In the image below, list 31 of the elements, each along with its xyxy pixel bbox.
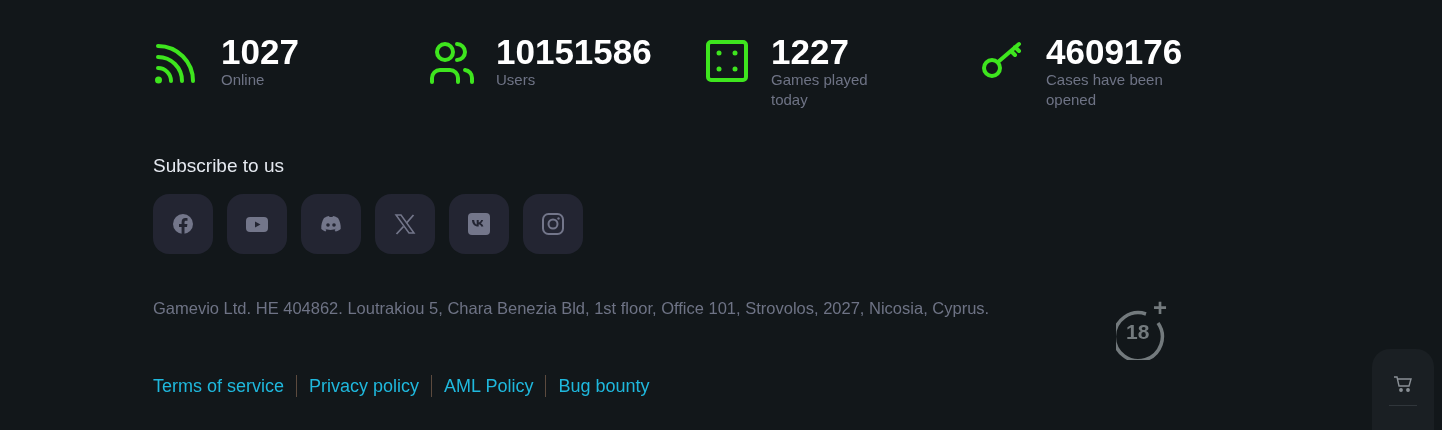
stat-value: 10151586 xyxy=(496,34,652,70)
footer-link[interactable]: AML Policy xyxy=(444,374,534,398)
stat-label: Online xyxy=(221,70,266,90)
social-button[interactable] xyxy=(449,194,509,254)
plus-sign: + xyxy=(1153,296,1167,320)
section-title: Subscribe to us xyxy=(153,154,285,178)
stat-value: 4609176 xyxy=(1046,34,1183,70)
stat-label: Users xyxy=(496,70,537,90)
footer-link[interactable]: Terms of service xyxy=(153,374,285,398)
dice-icon xyxy=(706,40,748,82)
stat-value: 1227 xyxy=(771,34,850,70)
social-button[interactable] xyxy=(227,194,287,254)
facebook-icon xyxy=(172,213,194,235)
vk-icon xyxy=(468,213,490,235)
stat-value: 1027 xyxy=(221,34,300,70)
social-button[interactable] xyxy=(301,194,361,254)
stat-label: Cases have been opened xyxy=(1046,70,1164,110)
users-icon xyxy=(429,40,475,86)
cart-icon[interactable] xyxy=(1393,375,1413,393)
company-address: Gamevio Ltd. HE 404862. Loutrakiou 5, Chara Benezia Bld, 1st floor, Office 101, Strovolos, 2027, Nicosia, Cyprus. xyxy=(153,298,991,319)
social-button[interactable] xyxy=(153,194,213,254)
social-button[interactable] xyxy=(375,194,435,254)
key-icon xyxy=(981,40,1023,80)
age-number: 18 xyxy=(1126,320,1150,344)
x-logo-icon xyxy=(394,213,416,235)
discord-icon xyxy=(320,213,342,235)
footer-link[interactable]: Privacy policy xyxy=(309,374,420,398)
social-button[interactable] xyxy=(523,194,583,254)
camera-icon xyxy=(542,213,564,235)
footer-link[interactable]: Bug bounty xyxy=(558,374,650,398)
stat-label: Games played today xyxy=(771,70,869,110)
